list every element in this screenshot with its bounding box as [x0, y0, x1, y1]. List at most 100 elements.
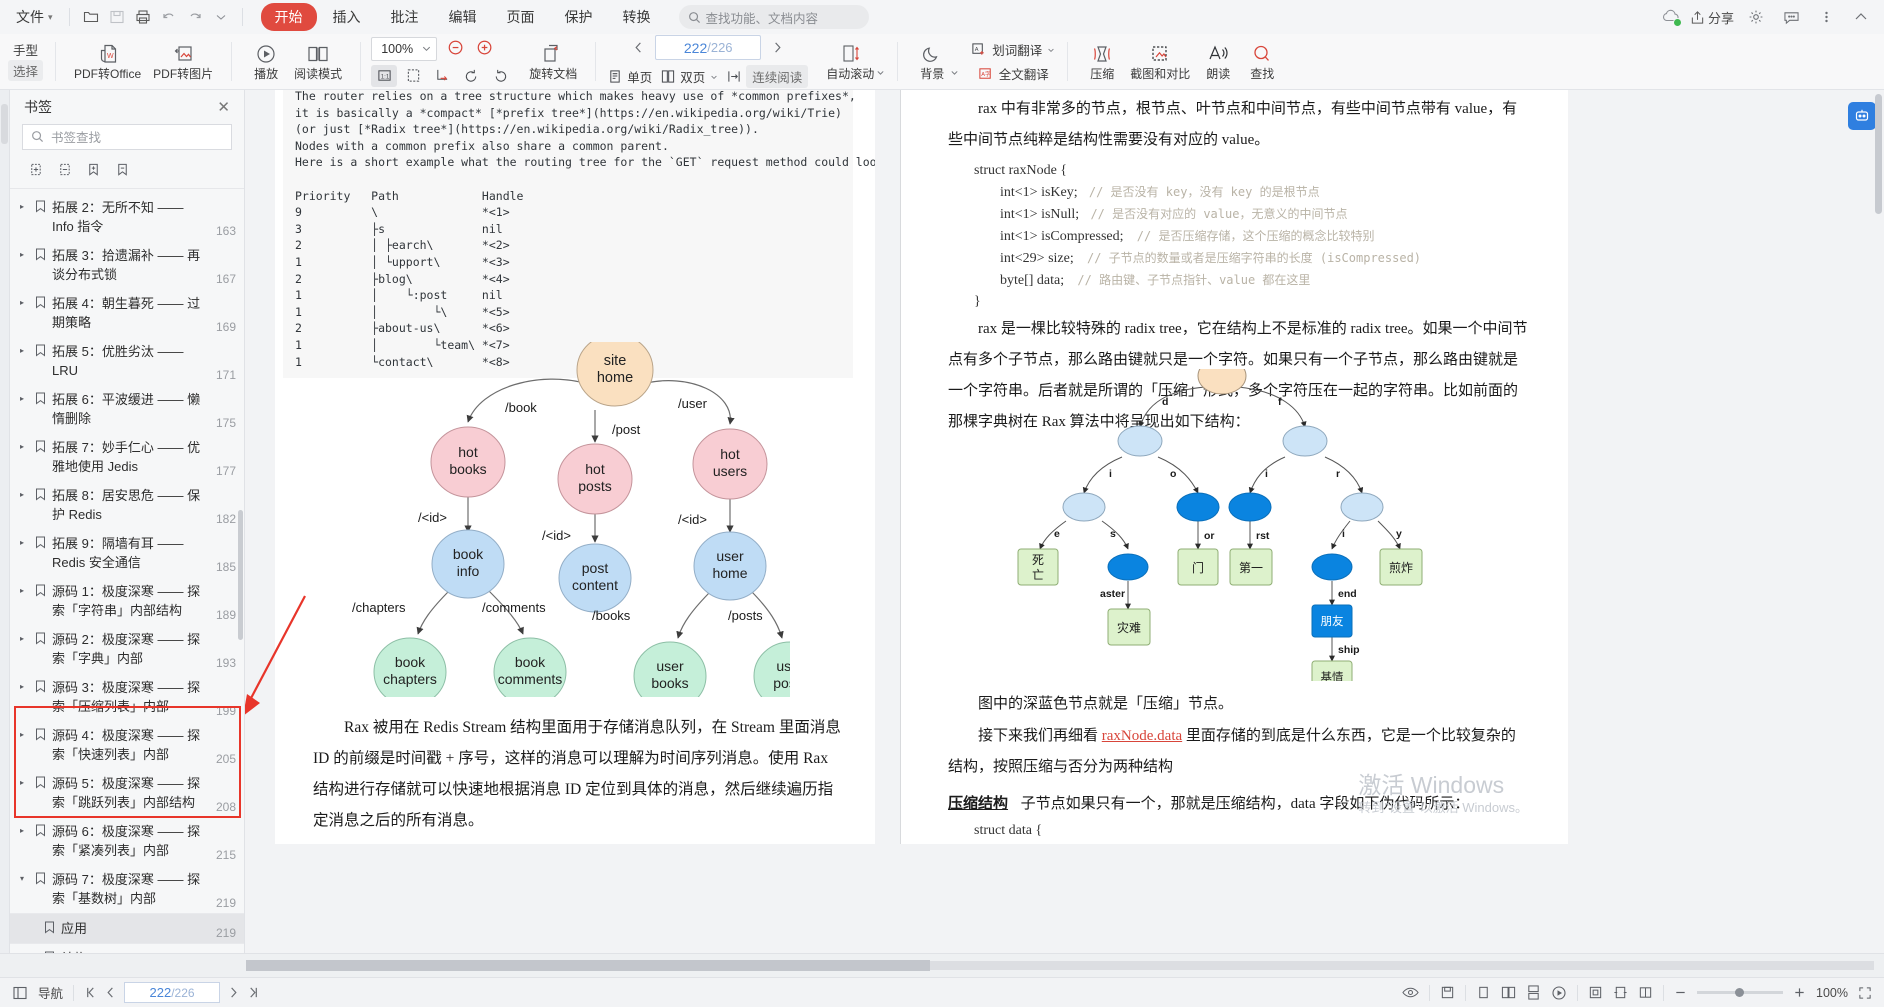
tab-protect[interactable]: 保护: [551, 3, 607, 31]
bookmark-item[interactable]: ▸ 拓展 6：平波缓进 —— 懒惰删除 175: [10, 385, 244, 433]
open-icon[interactable]: [78, 5, 104, 29]
chevron-right-icon[interactable]: ▸: [20, 678, 30, 691]
bookmark-item[interactable]: ▸ 源码 6：极度深寒 —— 探索「紧凑列表」内部 215: [10, 817, 244, 865]
bookmark-item[interactable]: ▸ 拓展 7：妙手仁心 —— 优雅地使用 Jedis 177: [10, 433, 244, 481]
double-page-button[interactable]: 双页: [661, 67, 718, 86]
page-number-input[interactable]: 222/226: [655, 35, 762, 60]
rotate-right-button[interactable]: [487, 65, 513, 87]
find-button[interactable]: 查找: [1240, 36, 1284, 88]
bookmark-item[interactable]: ▸ 源码 3：极度深寒 —— 探索「压缩列表」内部 199: [10, 673, 244, 721]
bookmark-item[interactable]: ▸ 源码 2：极度深寒 —— 探索「字典」内部 193: [10, 625, 244, 673]
ai-assistant-button[interactable]: [1848, 102, 1876, 130]
close-icon[interactable]: ✕: [217, 98, 230, 116]
bookmark-item[interactable]: ▸ 源码 5：极度深寒 —— 探索「跳跃列表」内部结构 208: [10, 769, 244, 817]
bookmark-item[interactable]: ▸ 拓展 4：朝生暮死 —— 过期策略 169: [10, 289, 244, 337]
chevron-right-icon[interactable]: ▸: [20, 630, 30, 643]
double-page-view-button[interactable]: [1501, 985, 1516, 1000]
print-icon[interactable]: [130, 5, 156, 29]
play-button[interactable]: 播放: [244, 36, 288, 88]
tab-insert[interactable]: 插入: [319, 3, 375, 31]
read-mode-button[interactable]: 阅读模式: [288, 36, 348, 88]
eye-icon[interactable]: [1402, 985, 1419, 1000]
tab-annotate[interactable]: 批注: [377, 3, 433, 31]
bookmark-item[interactable]: ▸ 源码 1：极度深寒 —— 探索「字符串」内部结构 189: [10, 577, 244, 625]
redo-icon[interactable]: [182, 5, 208, 29]
bookmark-search-input[interactable]: 书签查找: [22, 123, 232, 151]
customize-toolbar-icon[interactable]: [208, 5, 234, 29]
bookmark-item[interactable]: ▾ 源码 7：极度深寒 —— 探索「基数树」内部 219: [10, 865, 244, 913]
tab-page[interactable]: 页面: [493, 3, 549, 31]
save-icon[interactable]: [104, 5, 130, 29]
bookmark-list[interactable]: ▸ 拓展 2：无所不知 —— Info 指令 163 ▸ 拓展 3：拾遗漏补 —— 再谈…: [10, 189, 244, 953]
actual-size-status-button[interactable]: [1638, 985, 1653, 1000]
zoom-in-status-button[interactable]: [1793, 986, 1806, 999]
add-bookmark-icon[interactable]: [86, 162, 101, 180]
document-view[interactable]: The router relies on a tree structure wh…: [245, 90, 1884, 953]
pdf-to-office-button[interactable]: W PDF转Office: [68, 36, 147, 88]
zoom-out-status-button[interactable]: [1674, 986, 1687, 999]
rotate-document-button[interactable]: 旋转文档: [523, 36, 583, 88]
chevron-right-icon[interactable]: ▸: [20, 294, 30, 307]
chevron-right-icon[interactable]: ▸: [20, 534, 30, 547]
chevron-right-icon[interactable]: ▸: [20, 582, 30, 595]
zoom-out-button[interactable]: [447, 39, 466, 58]
first-page-button[interactable]: [84, 986, 97, 999]
last-page-button[interactable]: [247, 986, 260, 999]
chevron-right-icon[interactable]: ▸: [20, 246, 30, 259]
chevron-right-icon[interactable]: ▸: [20, 390, 30, 403]
bookmark-item[interactable]: ▸ 拓展 3：拾遗漏补 —— 再谈分布式锁 167: [10, 241, 244, 289]
auto-scroll-button[interactable]: 自动滚动: [820, 36, 880, 88]
zoom-in-button[interactable]: [476, 39, 495, 58]
feedback-icon[interactable]: [1778, 5, 1804, 29]
full-translate-button[interactable]: A字 全文翻译: [978, 64, 1049, 83]
settings-gear-icon[interactable]: [1743, 5, 1769, 29]
document-scrollbar[interactable]: [1875, 94, 1882, 214]
fit-page-status-button[interactable]: [1588, 985, 1603, 1000]
fit-width-status-button[interactable]: [1613, 985, 1628, 1000]
word-translate-button[interactable]: A 划词翻译: [971, 40, 1055, 59]
rail-panel-toggle[interactable]: [1, 104, 8, 144]
undo-icon[interactable]: [156, 5, 182, 29]
collapse-ribbon-icon[interactable]: [1848, 5, 1874, 29]
actual-size-button[interactable]: 1:1: [371, 64, 398, 87]
bookmark-item[interactable]: ▸ 拓展 8：居安思危 —— 保护 Redis 182: [10, 481, 244, 529]
play-view-button[interactable]: [1551, 985, 1567, 1001]
compress-button[interactable]: 压缩: [1080, 36, 1124, 88]
single-page-view-button[interactable]: [1476, 985, 1491, 1000]
single-page-button[interactable]: 单页: [608, 67, 652, 86]
bookmark-child-item[interactable]: 应用 219: [10, 913, 244, 944]
cloud-sync-icon[interactable]: [1661, 8, 1682, 27]
fullscreen-button[interactable]: [1858, 986, 1872, 1000]
zoom-slider-knob[interactable]: [1734, 987, 1744, 997]
chevron-right-icon[interactable]: ▸: [20, 486, 30, 499]
status-page-input[interactable]: 222/226: [124, 982, 221, 1003]
collapse-all-icon[interactable]: [57, 162, 72, 180]
share-button[interactable]: 分享: [1690, 8, 1734, 27]
prev-page-button[interactable]: [632, 40, 645, 55]
tab-edit[interactable]: 编辑: [435, 3, 491, 31]
expand-all-icon[interactable]: [28, 162, 43, 180]
bookmark-item[interactable]: ▸ 拓展 5：优胜劣汰 —— LRU 171: [10, 337, 244, 385]
more-options-icon[interactable]: [1813, 5, 1839, 29]
chevron-right-icon[interactable]: ▸: [20, 438, 30, 451]
save-status-icon[interactable]: [1440, 985, 1455, 1000]
bookmark-item[interactable]: ▸ 拓展 9：隔墙有耳 —— Redis 安全通信 185: [10, 529, 244, 577]
read-aloud-button[interactable]: 朗读: [1196, 36, 1240, 88]
fit-page-button[interactable]: [400, 65, 426, 87]
bookmark-child-item[interactable]: 结构222: [10, 943, 244, 953]
rotate-left-button[interactable]: [458, 65, 484, 87]
horizontal-scrollbar[interactable]: [246, 960, 1874, 971]
delete-bookmark-icon[interactable]: [115, 162, 130, 180]
bookmark-item[interactable]: ▸ 源码 4：极度深寒 —— 探索「快速列表」内部 205: [10, 721, 244, 769]
screenshot-compare-button[interactable]: 截图和对比: [1124, 36, 1196, 88]
tab-convert[interactable]: 转换: [609, 3, 665, 31]
chevron-right-icon[interactable]: ▸: [20, 774, 30, 787]
chevron-right-icon[interactable]: ▸: [20, 726, 30, 739]
bookmark-item[interactable]: ▸ 拓展 2：无所不知 —— Info 指令 163: [10, 193, 244, 241]
tab-start[interactable]: 开始: [260, 3, 317, 31]
chevron-right-icon[interactable]: ▸: [20, 198, 30, 211]
chevron-down-icon[interactable]: ▾: [20, 870, 30, 883]
navigation-panel-button[interactable]: [12, 985, 28, 1001]
fit-width-button[interactable]: [429, 65, 455, 87]
next-page-button[interactable]: [771, 40, 784, 55]
